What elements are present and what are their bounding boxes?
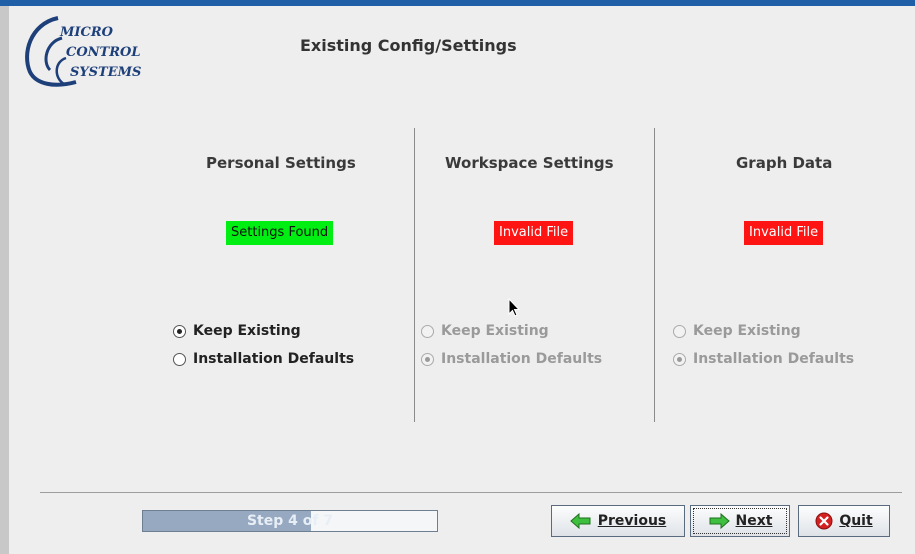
graph-data-status-badge: Invalid File <box>744 221 824 245</box>
option-label: Installation Defaults <box>441 351 603 367</box>
column-divider <box>654 128 655 422</box>
radio-button-selected[interactable] <box>173 324 186 338</box>
personal-installation-defaults-option[interactable]: Installation Defaults <box>173 351 354 367</box>
column-divider <box>414 128 415 422</box>
logo-line-1: MICRO <box>59 25 114 40</box>
arrow-right-icon <box>709 513 730 529</box>
radio-button-disabled-selected <box>673 352 686 366</box>
graph-keep-existing-option: Keep Existing <box>673 323 801 339</box>
progress-text: Step 4 of 7 <box>246 513 334 529</box>
personal-keep-existing-option[interactable]: Keep Existing <box>173 323 301 339</box>
window-left-border <box>0 6 9 554</box>
option-label: Keep Existing <box>193 323 301 339</box>
workspace-settings-status-badge: Invalid File <box>494 221 574 245</box>
radio-button-disabled-selected <box>421 352 434 366</box>
arrow-left-icon <box>569 513 591 529</box>
quit-button[interactable]: Quit <box>798 505 890 537</box>
cancel-x-icon <box>815 512 833 530</box>
option-label: Installation Defaults <box>193 351 355 367</box>
next-button[interactable]: Next <box>690 505 790 537</box>
workspace-installation-defaults-option: Installation Defaults <box>421 351 602 367</box>
logo-line-2: CONTROL <box>66 45 141 60</box>
logo-line-3: SYSTEMS <box>70 65 141 80</box>
workspace-settings-title: Workspace Settings <box>445 154 614 172</box>
step-progress-bar: Step 4 of 7 <box>142 510 438 532</box>
option-label: Keep Existing <box>441 323 549 339</box>
footer-divider <box>40 492 902 493</box>
personal-settings-title: Personal Settings <box>206 154 356 172</box>
option-label: Keep Existing <box>693 323 801 339</box>
radio-button-disabled <box>673 324 686 338</box>
previous-button[interactable]: Previous <box>551 505 685 537</box>
next-button-label: Next <box>735 513 773 529</box>
radio-button[interactable] <box>173 352 186 366</box>
workspace-keep-existing-option: Keep Existing <box>421 323 549 339</box>
option-label: Installation Defaults <box>693 351 855 367</box>
quit-button-label: Quit <box>839 513 873 529</box>
graph-data-title: Graph Data <box>736 154 833 172</box>
graph-installation-defaults-option: Installation Defaults <box>673 351 854 367</box>
previous-button-label: Previous <box>597 513 667 529</box>
micro-control-systems-logo: MICRO CONTROL SYSTEMS <box>25 16 141 87</box>
personal-settings-status-badge: Settings Found <box>226 221 334 245</box>
mouse-pointer-icon <box>508 298 520 317</box>
window-top-bar <box>0 0 915 6</box>
page-title: Existing Config/Settings <box>300 36 517 55</box>
radio-button-disabled <box>421 324 434 338</box>
